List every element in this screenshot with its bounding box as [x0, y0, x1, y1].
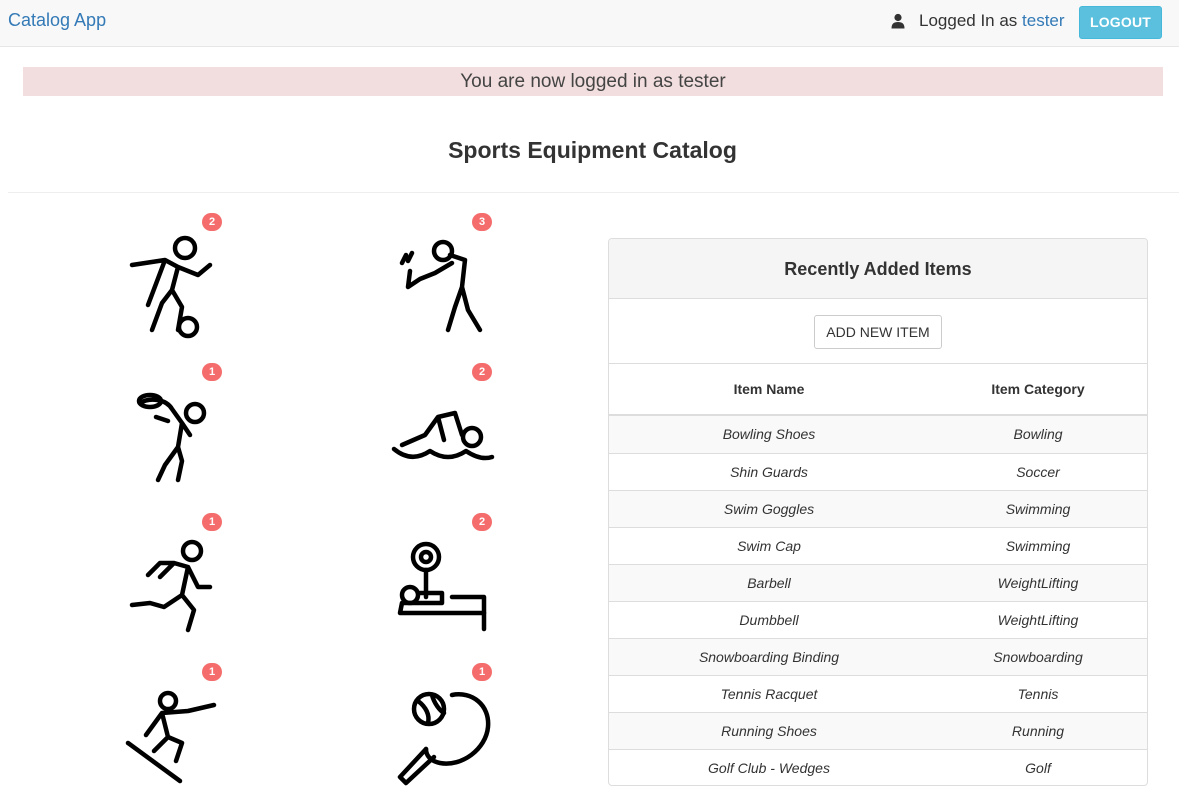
category-count-badge: 1 — [472, 663, 492, 681]
recent-items-panel: Recently Added Items ADD NEW ITEM Item N… — [608, 238, 1148, 786]
table-row[interactable]: Swim Cap Swimming — [609, 527, 1147, 564]
category-swimming[interactable]: 2 — [380, 363, 510, 495]
weightlifting-icon — [397, 541, 487, 632]
category-count-badge: 2 — [472, 363, 492, 381]
items-table-body: Bowling Shoes Bowling Shin Guards Soccer S… — [609, 416, 1147, 785]
table-row[interactable]: Dumbbell WeightLifting — [609, 601, 1147, 638]
page-title: Sports Equipment Catalog — [448, 137, 737, 163]
swimming-icon — [391, 410, 495, 461]
login-prefix: Logged In as — [919, 11, 1023, 30]
item-name[interactable]: Golf Club - Wedges — [609, 750, 929, 785]
category-count-badge: 2 — [472, 513, 492, 531]
login-status: Logged In as tester — [919, 11, 1065, 31]
category-count-badge: 1 — [202, 363, 222, 381]
category-count-badge: 1 — [202, 513, 222, 531]
category-count-badge: 3 — [472, 213, 492, 231]
column-header-item-name: Item Name — [733, 381, 805, 397]
category-snowboarding[interactable]: 1 — [110, 663, 240, 795]
item-name[interactable]: Swim Goggles — [609, 491, 929, 527]
category-count-badge: 1 — [202, 663, 222, 681]
category-tennis[interactable]: 1 — [380, 663, 510, 795]
item-category: Running — [1011, 723, 1065, 739]
item-category: Swimming — [1005, 538, 1071, 554]
column-header-item-category: Item Category — [991, 381, 1085, 397]
category-count-badge: 2 — [202, 213, 222, 231]
table-row[interactable]: Golf Club - Wedges Golf — [609, 749, 1147, 785]
item-name[interactable]: Shin Guards — [609, 454, 929, 490]
table-row[interactable]: Shin Guards Soccer — [609, 453, 1147, 490]
item-category: Tennis — [1017, 686, 1059, 702]
table-row[interactable]: Running Shoes Running — [609, 712, 1147, 749]
username-link[interactable]: tester — [1022, 11, 1065, 30]
table-row[interactable]: Barbell WeightLifting — [609, 564, 1147, 601]
table-row[interactable]: Tennis Racquet Tennis — [609, 675, 1147, 712]
navbar: Catalog App Logged In as tester LOGOUT — [0, 0, 1179, 47]
category-bowling[interactable]: 1 — [110, 363, 240, 495]
tennis-icon — [397, 691, 491, 786]
flash-message: You are now logged in as tester — [23, 67, 1163, 96]
item-category: Snowboarding — [993, 649, 1083, 665]
item-name[interactable]: Running Shoes — [609, 713, 929, 749]
item-category: Soccer — [1016, 464, 1060, 480]
running-icon — [129, 539, 213, 633]
item-category: WeightLifting — [997, 612, 1079, 628]
soccer-icon — [129, 235, 213, 339]
item-category: Swimming — [1005, 501, 1071, 517]
category-soccer[interactable]: 2 — [110, 213, 240, 345]
golf-icon — [399, 239, 483, 333]
item-name[interactable]: Dumbbell — [609, 602, 929, 638]
snowboarding-icon — [125, 690, 217, 784]
category-weightlifting[interactable]: 2 — [380, 513, 510, 645]
table-row[interactable]: Snowboarding Binding Snowboarding — [609, 638, 1147, 675]
item-name[interactable]: Tennis Racquet — [609, 676, 929, 712]
item-name[interactable]: Swim Cap — [609, 528, 929, 564]
add-item-area: ADD NEW ITEM — [609, 299, 1147, 364]
brand-link[interactable]: Catalog App — [8, 10, 106, 31]
item-name[interactable]: Bowling Shoes — [609, 416, 929, 452]
user-icon — [891, 13, 905, 29]
divider — [8, 192, 1179, 193]
item-name[interactable]: Snowboarding Binding — [609, 639, 929, 675]
item-category: WeightLifting — [997, 575, 1079, 591]
item-category: Bowling — [1013, 426, 1063, 442]
item-name[interactable]: Barbell — [609, 565, 929, 601]
category-golf[interactable]: 3 — [380, 213, 510, 345]
logout-button[interactable]: LOGOUT — [1079, 6, 1162, 39]
table-header: Item Name Item Category — [609, 364, 1147, 416]
table-row[interactable]: Swim Goggles Swimming — [609, 490, 1147, 527]
add-new-item-button[interactable]: ADD NEW ITEM — [814, 315, 942, 349]
bowling-icon — [136, 392, 207, 483]
category-running[interactable]: 1 — [110, 513, 240, 645]
panel-title: Recently Added Items — [609, 239, 1147, 299]
table-row[interactable]: Bowling Shoes Bowling — [609, 416, 1147, 453]
item-category: Golf — [1025, 760, 1051, 776]
